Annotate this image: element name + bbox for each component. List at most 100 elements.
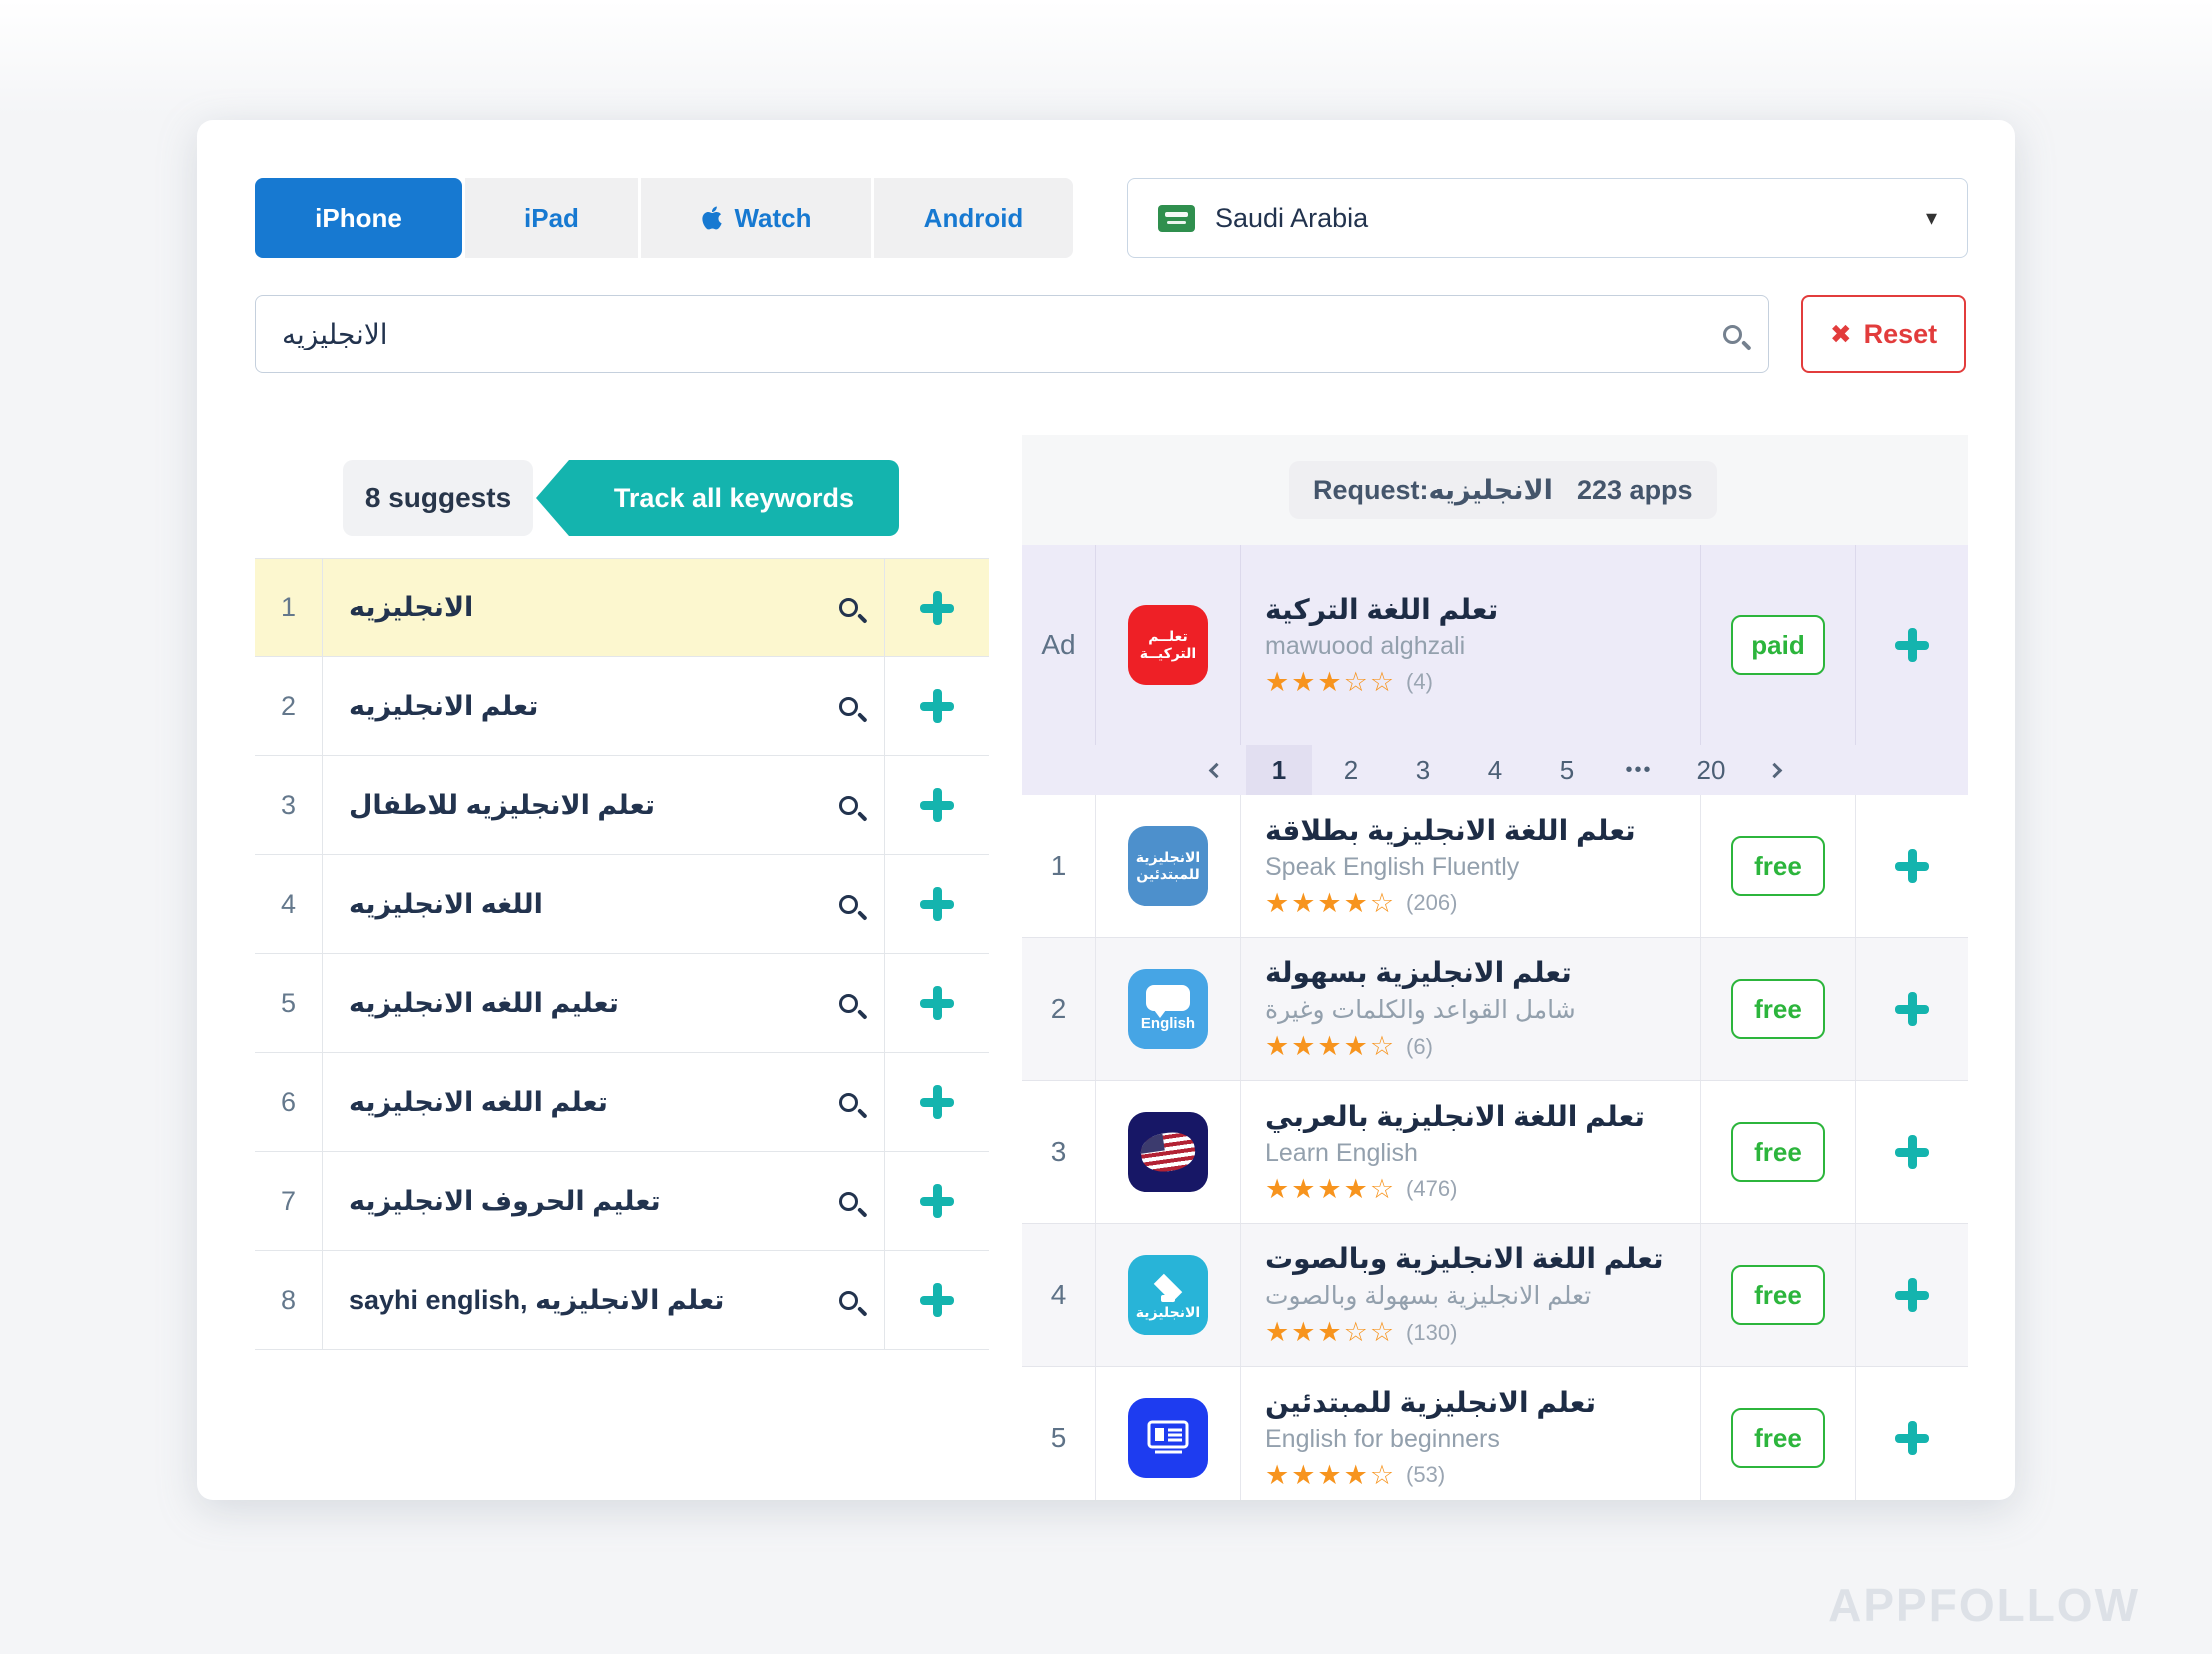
app-rank: 5 (1022, 1367, 1095, 1500)
app-title[interactable]: تعلم اللغة الانجليزية وبالصوت (1265, 1242, 1664, 1275)
keyword-term[interactable]: تعليم اللغه الانجليزيه (323, 954, 885, 1052)
track-all-keywords-button[interactable]: Track all keywords (569, 460, 899, 536)
app-icon-cell: تعلــم التركيــة (1095, 545, 1240, 745)
add-keyword-button[interactable] (885, 1152, 989, 1250)
tab-android-label: Android (924, 203, 1024, 234)
add-keyword-button[interactable] (885, 559, 989, 656)
price-badge-cell: free (1700, 1224, 1855, 1366)
suggests-count-label: 8 suggests (365, 482, 511, 514)
keyword-term[interactable]: sayhi english, تعلم الانجليزيه (323, 1251, 885, 1349)
add-keyword-button[interactable] (885, 657, 989, 755)
app-row: 4 الانجليزية تعلم اللغة الانجليزية وبالص… (1022, 1224, 1968, 1367)
add-app-button[interactable] (1855, 545, 1968, 745)
keyword-term[interactable]: تعليم الحروف الانجليزيه (323, 1152, 885, 1250)
app-info-cell: تعلم الانجليزية بسهولة شامل القواعد والك… (1240, 938, 1700, 1080)
page-button-5[interactable]: 5 (1534, 745, 1600, 795)
prev-page-button[interactable] (1192, 745, 1240, 795)
next-page-button[interactable] (1750, 745, 1798, 795)
keyword-term[interactable]: تعلم الانجليزيه للاطفال (323, 756, 885, 854)
price-badge-cell: free (1700, 1367, 1855, 1500)
add-app-button[interactable] (1855, 795, 1968, 937)
plus-icon (920, 887, 954, 921)
keyword-row: 4 اللغه الانجليزيه (255, 855, 989, 954)
page-button-4[interactable]: 4 (1462, 745, 1528, 795)
search-icon[interactable] (839, 994, 858, 1013)
star-icons: ★★★★☆ (1265, 1031, 1396, 1062)
tab-android[interactable]: Android (874, 178, 1073, 258)
keyword-term[interactable]: تعلم الانجليزيه (323, 657, 885, 755)
star-icons: ★★★★☆ (1265, 1174, 1396, 1205)
pagination-ellipsis: ••• (1606, 745, 1672, 795)
graduation-cap-icon (1154, 1274, 1182, 1302)
tab-watch[interactable]: Watch (641, 178, 871, 258)
search-input[interactable] (282, 318, 1723, 350)
app-developer: mawuood alghzali (1265, 632, 1465, 661)
app-icon (1128, 1398, 1208, 1478)
keyword-term[interactable]: تعلم اللغه الانجليزيه (323, 1053, 885, 1151)
ratings-count: (6) (1406, 1034, 1433, 1060)
add-keyword-button[interactable] (885, 855, 989, 953)
tab-iphone[interactable]: iPhone (255, 178, 462, 258)
page-button-20[interactable]: 20 (1678, 745, 1744, 795)
keyword-term[interactable]: اللغه الانجليزيه (323, 855, 885, 953)
add-app-button[interactable] (1855, 1081, 1968, 1223)
main-card: iPhone iPad Watch Android Saudi Arabia ▾… (197, 120, 2015, 1500)
price-badge: free (1731, 1408, 1825, 1468)
price-badge-cell: paid (1700, 545, 1855, 745)
ratings-count: (53) (1406, 1462, 1445, 1488)
page-button-2[interactable]: 2 (1318, 745, 1384, 795)
country-select[interactable]: Saudi Arabia ▾ (1127, 178, 1968, 258)
apple-icon (700, 204, 724, 232)
keyword-row: 3 تعلم الانجليزيه للاطفال (255, 756, 989, 855)
star-icons: ★★★☆☆ (1265, 1317, 1396, 1348)
app-info-cell: تعلم اللغة التركية mawuood alghzali ★★★☆… (1240, 545, 1700, 745)
app-title[interactable]: تعلم اللغة الانجليزية بالعربي (1265, 1100, 1645, 1133)
app-icon: الانجليزية للمبتدئين (1128, 826, 1208, 906)
keyword-term[interactable]: الانجليزيه (323, 559, 885, 656)
keyword-row: 5 تعليم اللغه الانجليزيه (255, 954, 989, 1053)
app-icon-text: تعلــم التركيــة (1128, 628, 1208, 663)
tab-ipad[interactable]: iPad (465, 178, 638, 258)
page-button-3[interactable]: 3 (1390, 745, 1456, 795)
apps-count-chip: 223 apps (1553, 461, 1717, 519)
search-icon[interactable] (839, 1093, 858, 1112)
app-rank: 1 (1022, 795, 1095, 937)
reset-button[interactable]: ✖ Reset (1801, 295, 1966, 373)
app-title[interactable]: تعلم الانجليزية بسهولة (1265, 956, 1572, 989)
app-title[interactable]: تعلم اللغة الانجليزية بطلاقة (1265, 814, 1636, 847)
search-icon[interactable] (839, 598, 858, 617)
keyword-text: تعليم اللغه الانجليزيه (349, 988, 619, 1019)
add-keyword-button[interactable] (885, 1251, 989, 1349)
search-icon[interactable] (839, 697, 858, 716)
page-button-1[interactable]: 1 (1246, 745, 1312, 795)
plus-icon (920, 1283, 954, 1317)
price-badge-cell: free (1700, 795, 1855, 937)
keyword-row: 1 الانجليزيه (255, 558, 989, 657)
appfollow-watermark: APPFOLLOW (1828, 1578, 2140, 1632)
search-icon[interactable] (839, 796, 858, 815)
app-info-cell: تعلم اللغة الانجليزية وبالصوت تعلم الانج… (1240, 1224, 1700, 1366)
search-icon[interactable] (1723, 325, 1742, 344)
document-icon (1147, 1420, 1189, 1456)
chevron-down-icon: ▾ (1926, 205, 1937, 231)
search-icon[interactable] (839, 895, 858, 914)
keyword-row: 8 sayhi english, تعلم الانجليزيه (255, 1251, 989, 1350)
ad-label: Ad (1022, 545, 1095, 745)
search-icon[interactable] (839, 1291, 858, 1310)
add-keyword-button[interactable] (885, 954, 989, 1052)
app-title[interactable]: تعلم الانجليزية للمبتدئين (1265, 1386, 1596, 1419)
tab-iphone-label: iPhone (315, 203, 402, 234)
add-keyword-button[interactable] (885, 1053, 989, 1151)
search-icon[interactable] (839, 1192, 858, 1211)
add-app-button[interactable] (1855, 1367, 1968, 1500)
add-keyword-button[interactable] (885, 756, 989, 854)
plus-icon (1895, 1421, 1929, 1455)
keyword-row: 2 تعلم الانجليزيه (255, 657, 989, 756)
add-app-button[interactable] (1855, 938, 1968, 1080)
plus-icon (920, 1184, 954, 1218)
add-app-button[interactable] (1855, 1224, 1968, 1366)
request-label: Request:الانجليزيه (1313, 475, 1553, 506)
keyword-rank: 2 (255, 657, 323, 755)
app-title[interactable]: تعلم اللغة التركية (1265, 593, 1498, 626)
app-icon-cell (1095, 1081, 1240, 1223)
